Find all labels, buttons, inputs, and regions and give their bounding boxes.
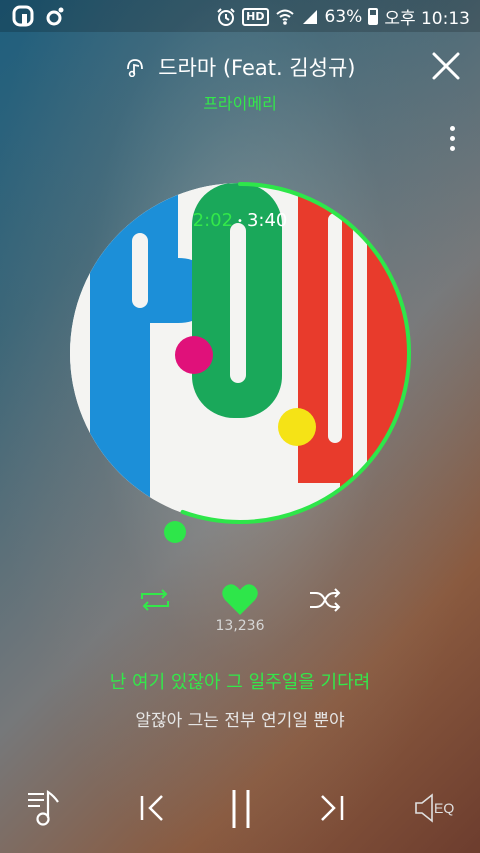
next-icon[interactable]	[316, 790, 346, 826]
eq-label: EQ	[434, 800, 455, 816]
playlist-icon[interactable]	[26, 786, 70, 830]
heart-icon[interactable]	[220, 582, 260, 618]
status-left-icons	[12, 5, 66, 27]
bottom-controls: EQ	[0, 782, 480, 838]
playback-options-row	[0, 582, 480, 618]
time-display: 2:02 • 3:40	[0, 210, 480, 231]
artist-name[interactable]: 프라이메리	[0, 90, 480, 114]
like-count: 13,236	[215, 618, 265, 634]
seek-knob[interactable]	[164, 521, 186, 543]
music-note-headphone-icon	[124, 59, 152, 80]
previous-icon[interactable]	[138, 790, 168, 826]
album-art-container[interactable]	[69, 182, 411, 524]
equalizer-button[interactable]: EQ	[414, 790, 460, 826]
time-separator: •	[237, 215, 243, 227]
app-notification-icon	[12, 5, 34, 27]
status-right: HD 63% 오후 10:13	[216, 4, 470, 29]
song-title: 드라마 (Feat. 김성규)	[158, 56, 356, 80]
hd-voice-badge: HD	[242, 7, 269, 26]
shuffle-icon[interactable]	[306, 585, 344, 615]
lyric-next[interactable]: 알잖아 그는 전부 연기일 뿐야	[0, 706, 480, 731]
lyric-current[interactable]: 난 여기 있잖아 그 일주일을 기다려	[0, 668, 480, 694]
alarm-icon	[217, 7, 235, 26]
more-vertical-icon	[449, 126, 455, 131]
elapsed-time: 2:02	[192, 210, 234, 231]
status-time: 오후 10:13	[384, 9, 470, 29]
battery-icon	[368, 8, 379, 25]
signal-icon	[302, 9, 317, 24]
status-bar: HD 63% 오후 10:13	[0, 0, 480, 32]
app-notification-icon-2	[46, 7, 64, 26]
total-duration: 3:40	[246, 210, 288, 231]
repeat-icon[interactable]	[136, 585, 174, 615]
wifi-icon	[275, 9, 294, 25]
battery-percent: 63%	[324, 6, 363, 27]
song-title-row: 드라마 (Feat. 김성규)	[0, 52, 480, 82]
more-options-button[interactable]	[446, 126, 458, 156]
pause-icon[interactable]	[228, 788, 254, 830]
close-icon[interactable]	[430, 50, 462, 82]
